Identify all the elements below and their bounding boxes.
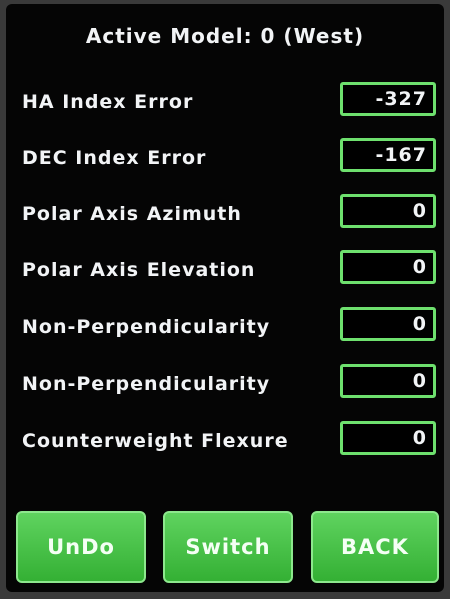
param-label: Polar Axis Elevation — [22, 259, 256, 281]
param-label: HA Index Error — [22, 91, 194, 113]
non-perpendicularity-field-2[interactable]: 0 — [340, 364, 436, 398]
polar-axis-elevation-field[interactable]: 0 — [340, 250, 436, 284]
param-row-polar-axis-azimuth: Polar Axis Azimuth 0 — [6, 194, 444, 234]
param-row-non-perpendicularity-1: Non-Perpendicularity 0 — [6, 307, 444, 347]
param-row-ha-index-error: HA Index Error -327 — [6, 82, 444, 122]
ha-index-error-field[interactable]: -327 — [340, 82, 436, 116]
param-row-polar-axis-elevation: Polar Axis Elevation 0 — [6, 250, 444, 290]
param-row-non-perpendicularity-2: Non-Perpendicularity 0 — [6, 364, 444, 404]
param-label: Non-Perpendicularity — [22, 316, 271, 338]
param-label: DEC Index Error — [22, 147, 207, 169]
param-row-dec-index-error: DEC Index Error -167 — [6, 138, 444, 178]
polar-axis-azimuth-field[interactable]: 0 — [340, 194, 436, 228]
device-screen: Active Model: 0 (West) HA Index Error -3… — [6, 4, 444, 592]
param-label: Non-Perpendicularity — [22, 373, 271, 395]
undo-button[interactable]: UnDo — [16, 511, 146, 583]
param-label: Polar Axis Azimuth — [22, 203, 242, 225]
counterweight-flexure-field[interactable]: 0 — [340, 421, 436, 455]
param-label: Counterweight Flexure — [22, 430, 289, 452]
param-row-counterweight-flexure: Counterweight Flexure 0 — [6, 421, 444, 461]
switch-button[interactable]: Switch — [163, 511, 293, 583]
active-model-title: Active Model: 0 (West) — [85, 24, 365, 48]
non-perpendicularity-field-1[interactable]: 0 — [340, 307, 436, 341]
back-button[interactable]: BACK — [311, 511, 439, 583]
dec-index-error-field[interactable]: -167 — [340, 138, 436, 172]
